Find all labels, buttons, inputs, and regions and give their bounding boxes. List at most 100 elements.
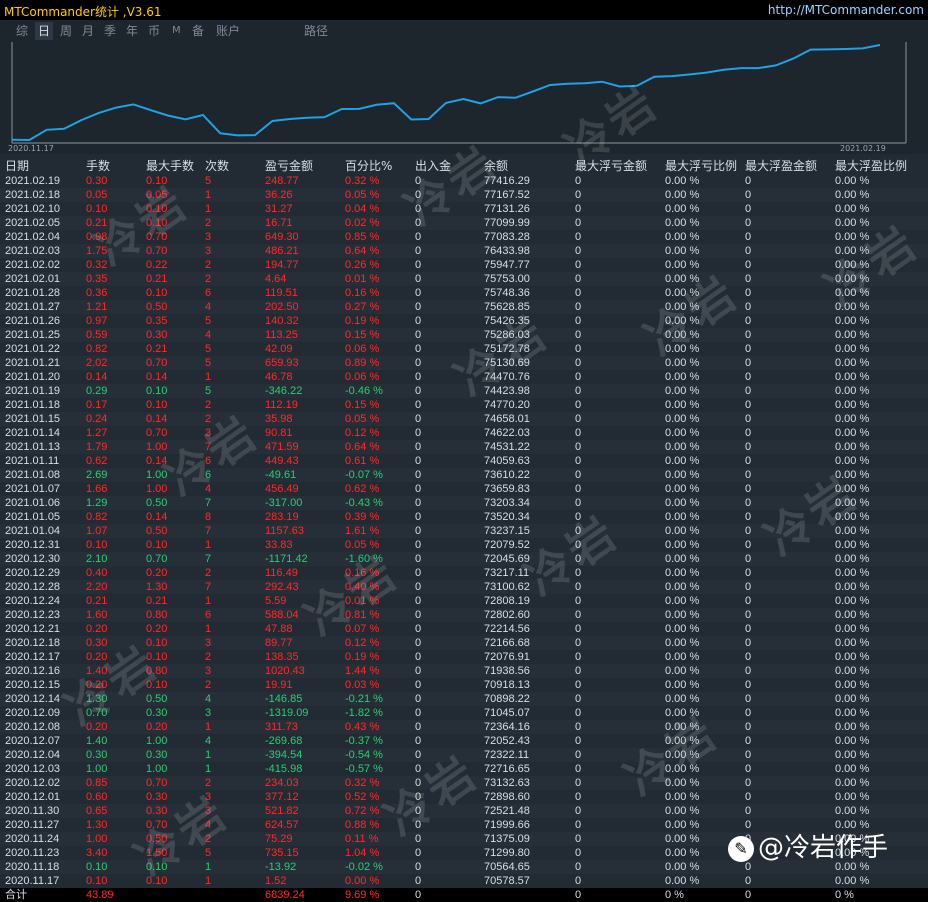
tab-quarterly[interactable]: 季: [101, 22, 119, 40]
table-cell: 0.27 %: [345, 301, 380, 313]
table-row[interactable]: 2021.01.18 0.17 0.10 2 112.19 0.15 % 0 74770.20…: [0, 398, 928, 412]
table-row[interactable]: 2020.12.17 0.20 0.10 2 138.35 0.19 % 0 72076.91…: [0, 650, 928, 664]
table-cell: 0.14: [146, 413, 168, 425]
total-row[interactable]: 合计 43.89 6839.24 9.69 % 0 0 0 % 0 0 %: [0, 888, 928, 902]
table-row[interactable]: 2021.01.06 1.29 0.50 7 -317.00 -0.43 % 0 73203.…: [0, 496, 928, 510]
table-row[interactable]: 2020.12.04 0.30 0.30 1 -394.54 -0.54 % 0 72322.…: [0, 748, 928, 762]
table-cell: 0.00 %: [835, 413, 870, 425]
table-row[interactable]: 2021.02.02 0.32 0.22 2 194.77 0.26 % 0 75947.77…: [0, 258, 928, 272]
table-row[interactable]: 2021.01.28 0.36 0.10 6 119.51 0.16 % 0 75748.36…: [0, 286, 928, 300]
table-cell: 0: [415, 427, 422, 439]
tab-path[interactable]: 路径: [301, 22, 331, 40]
table-cell: 0: [745, 483, 752, 495]
table-row[interactable]: 2020.12.18 0.30 0.10 3 89.77 0.12 % 0 72166.68 0…: [0, 636, 928, 650]
table-row[interactable]: 2021.02.10 0.10 0.10 1 31.27 0.04 % 0 77131.26 0…: [0, 202, 928, 216]
column-header[interactable]: 百分比%: [345, 157, 392, 174]
table-cell: 0: [575, 609, 582, 621]
table-cell: 0: [575, 707, 582, 719]
table-row[interactable]: 2021.02.18 0.05 0.05 1 36.26 0.05 % 0 77167.52 0…: [0, 188, 928, 202]
column-header[interactable]: 最大浮盈金额: [745, 157, 817, 174]
table-row[interactable]: 2021.01.20 0.14 0.14 1 46.78 0.06 % 0 74470.76 0…: [0, 370, 928, 384]
table-row[interactable]: 2020.12.23 1.60 0.80 6 588.04 0.81 % 0 72802.60…: [0, 608, 928, 622]
table-row[interactable]: 2021.02.03 1.75 0.70 3 486.21 0.64 % 0 76433.98…: [0, 244, 928, 258]
site-link[interactable]: http://MTCommander.com: [768, 3, 924, 17]
table-row[interactable]: 2021.01.26 0.97 0.35 5 140.32 0.19 % 0 75426.35…: [0, 314, 928, 328]
table-cell: 2020.12.09: [5, 707, 61, 719]
table-cell: 0: [575, 721, 582, 733]
table-cell: 0.22: [146, 259, 168, 271]
table-cell: 0: [575, 791, 582, 803]
table-row[interactable]: 2020.12.21 0.20 0.20 1 47.88 0.07 % 0 72214.56 0…: [0, 622, 928, 636]
table-cell: 0: [575, 217, 582, 229]
column-header[interactable]: 最大浮亏金额: [575, 157, 647, 174]
table-row[interactable]: 2021.01.04 1.07 0.50 7 1157.63 1.61 % 0 73237.1…: [0, 524, 928, 538]
table-row[interactable]: 2021.01.14 1.27 0.70 3 90.81 0.12 % 0 74622.03 0…: [0, 426, 928, 440]
tab-currency[interactable]: 币: [145, 22, 163, 40]
table-row[interactable]: 2021.01.27 1.21 0.50 4 202.50 0.27 % 0 75628.85…: [0, 300, 928, 314]
table-row[interactable]: 2021.01.19 0.29 0.10 5 -346.22 -0.46 % 0 74423.…: [0, 384, 928, 398]
table-row[interactable]: 2020.12.28 2.20 1.30 7 292.43 0.40 % 0 73100.62…: [0, 580, 928, 594]
table-row[interactable]: 2020.12.09 0.70 0.30 3 -1319.09 -1.82 % 0 71045…: [0, 706, 928, 720]
table-cell: 471.59: [265, 441, 299, 453]
table-row[interactable]: 2021.01.08 2.69 1.00 6 -49.61 -0.07 % 0 73610.2…: [0, 468, 928, 482]
column-header[interactable]: 最大浮盈比例: [835, 157, 907, 174]
table-cell: 0.10: [146, 385, 168, 397]
table-row[interactable]: 2021.01.22 0.82 0.21 5 42.09 0.06 % 0 75172.78 0…: [0, 342, 928, 356]
tab-monthly[interactable]: 月: [79, 22, 97, 40]
table-row[interactable]: 2020.12.08 0.20 0.20 1 311.73 0.43 % 0 72364.16…: [0, 720, 928, 734]
table-cell: 0: [415, 749, 422, 761]
tab-notes[interactable]: 备: [189, 22, 207, 40]
tab-account[interactable]: 账户: [213, 22, 243, 40]
table-cell: 0: [575, 637, 582, 649]
table-row[interactable]: 2020.12.31 0.10 0.10 1 33.83 0.05 % 0 72079.52 0…: [0, 538, 928, 552]
tab-yearly[interactable]: 年: [123, 22, 141, 40]
table-cell: 0: [415, 637, 422, 649]
tab-summary[interactable]: 综: [13, 22, 31, 40]
table-row[interactable]: 2020.12.02 0.85 0.70 2 234.03 0.32 % 0 73132.63…: [0, 776, 928, 790]
table-row[interactable]: 2020.12.14 1.30 0.50 4 -146.85 -0.21 % 0 70898.…: [0, 692, 928, 706]
table-row[interactable]: 2020.12.30 2.10 0.70 7 -1171.42 -1.60 % 0 72045…: [0, 552, 928, 566]
column-header[interactable]: 最大浮亏比例: [665, 157, 737, 174]
table-cell: 0.70: [146, 777, 168, 789]
tab-weekly[interactable]: 周: [57, 22, 75, 40]
table-row[interactable]: 2021.01.07 1.66 1.00 4 456.49 0.62 % 0 73659.83…: [0, 482, 928, 496]
column-header[interactable]: 盈亏金额: [265, 157, 313, 174]
table-cell: 3: [205, 245, 212, 257]
table-row[interactable]: 2020.12.01 0.60 0.30 3 377.12 0.52 % 0 72898.60…: [0, 790, 928, 804]
table-row[interactable]: 2021.01.25 0.59 0.30 4 113.25 0.15 % 0 75286.03…: [0, 328, 928, 342]
column-header[interactable]: 最大手数: [146, 157, 194, 174]
table-row[interactable]: 2021.02.05 0.21 0.10 2 16.71 0.02 % 0 77099.99 0…: [0, 216, 928, 230]
table-row[interactable]: 2021.01.11 0.62 0.14 6 449.43 0.61 % 0 74059.63…: [0, 454, 928, 468]
table-cell: 0: [745, 875, 752, 887]
table-row[interactable]: 2020.11.17 0.10 0.10 1 1.52 0.00 % 0 70578.57 0 0…: [0, 874, 928, 888]
table-cell: 0.16 %: [345, 287, 380, 299]
table-cell: 72898.60: [484, 791, 530, 803]
table-cell: 0.10: [86, 861, 108, 873]
tab-daily[interactable]: 日: [35, 22, 54, 40]
table-cell: 73100.62: [484, 581, 530, 593]
table-row[interactable]: 2021.01.05 0.82 0.14 8 283.19 0.39 % 0 73520.34…: [0, 510, 928, 524]
table-row[interactable]: 2020.12.03 1.00 1.00 1 -415.98 -0.57 % 0 72716.…: [0, 762, 928, 776]
column-header[interactable]: 日期: [5, 157, 29, 174]
table-row[interactable]: 2020.12.15 0.20 0.10 2 19.91 0.03 % 0 70918.13 0…: [0, 678, 928, 692]
table-cell: 0.00 %: [835, 721, 870, 733]
table-cell: 2020.12.15: [5, 679, 61, 691]
column-header[interactable]: 次数: [205, 157, 229, 174]
table-row[interactable]: 2020.12.16 1.40 0.80 3 1020.43 1.44 % 0 71938.5…: [0, 664, 928, 678]
table-row[interactable]: 2021.01.13 1.79 1.00 7 471.59 0.64 % 0 74531.22…: [0, 440, 928, 454]
table-row[interactable]: 2020.12.29 0.40 0.20 2 116.49 0.16 % 0 73217.11…: [0, 566, 928, 580]
table-row[interactable]: 2020.11.30 0.65 0.30 3 521.82 0.72 % 0 72521.48…: [0, 804, 928, 818]
table-row[interactable]: 2021.01.15 0.24 0.14 2 35.98 0.05 % 0 74658.01 0…: [0, 412, 928, 426]
table-row[interactable]: 2020.12.07 1.40 1.00 4 -269.68 -0.37 % 0 72052.…: [0, 734, 928, 748]
table-row[interactable]: 2021.01.21 2.02 0.70 5 659.93 0.89 % 0 75130.69…: [0, 356, 928, 370]
tab-m[interactable]: M: [169, 22, 184, 40]
table-cell: 2.69: [86, 469, 108, 481]
table-row[interactable]: 2021.02.04 0.98 0.70 3 649.30 0.85 % 0 77083.28…: [0, 230, 928, 244]
table-row[interactable]: 2021.02.19 0.30 0.10 5 248.77 0.32 % 0 77416.29…: [0, 174, 928, 188]
column-header[interactable]: 手数: [86, 157, 110, 174]
table-row[interactable]: 2021.02.01 0.35 0.21 2 4.64 0.01 % 0 75753.00 0 0…: [0, 272, 928, 286]
table-row[interactable]: 2020.12.24 0.21 0.21 1 5.59 0.01 % 0 72808.19 0 0…: [0, 594, 928, 608]
column-header[interactable]: 余额: [484, 157, 508, 174]
column-header[interactable]: 出入金: [415, 157, 451, 174]
table-cell: 0: [745, 455, 752, 467]
